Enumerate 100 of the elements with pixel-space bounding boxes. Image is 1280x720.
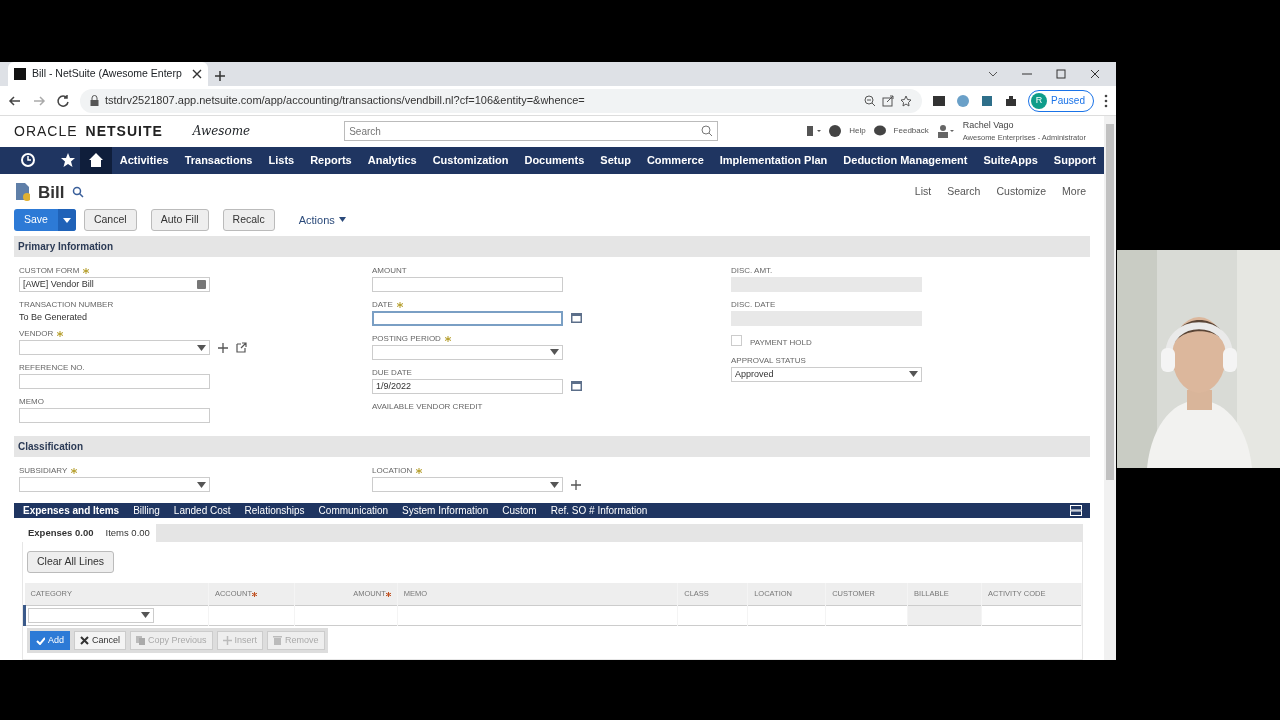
field-label: AMOUNT — [372, 264, 407, 277]
input-field[interactable] — [372, 310, 563, 326]
chevron-down-icon[interactable] — [988, 69, 998, 79]
action-button[interactable]: Auto Fill — [150, 209, 209, 231]
clear-lines-button[interactable]: Clear All Lines — [27, 551, 115, 573]
dropdown-field[interactable] — [372, 344, 563, 360]
field-label: PAYMENT HOLD — [750, 336, 812, 349]
sublist-tab[interactable]: Items 0.00 — [99, 526, 156, 541]
dropdown-field[interactable] — [372, 477, 563, 493]
subtab[interactable]: Ref. SO # Information — [543, 503, 655, 519]
input-field[interactable]: 1/9/2022 — [372, 378, 563, 394]
browser-tab[interactable]: Bill - NetSuite (Awesome Enterp — [8, 62, 208, 86]
add-icon[interactable] — [218, 342, 228, 353]
add-icon[interactable] — [571, 479, 581, 490]
subtab[interactable]: System Information — [395, 503, 496, 519]
save-button[interactable]: Save — [14, 209, 76, 231]
close-icon[interactable] — [192, 69, 202, 79]
action-button[interactable]: Cancel — [83, 209, 137, 231]
back-icon[interactable] — [8, 93, 22, 108]
copy-icon — [136, 635, 146, 645]
dropdown-field[interactable]: [AWE] Vendor Bill — [19, 276, 210, 292]
nav-menu-item[interactable]: Setup — [592, 151, 639, 169]
puzzle-icon[interactable] — [1004, 93, 1019, 108]
search-icon[interactable] — [701, 125, 714, 138]
row-action-button: Remove — [267, 630, 325, 650]
search-icon[interactable] — [72, 186, 85, 199]
open-link-icon[interactable] — [236, 342, 247, 354]
calendar-icon[interactable] — [571, 381, 582, 392]
nav-menu-item[interactable]: Lists — [260, 151, 303, 169]
close-icon — [80, 635, 89, 645]
nav-menu-item[interactable]: SuiteApps — [975, 151, 1046, 169]
star-icon[interactable] — [60, 152, 76, 168]
row-action-button[interactable]: Cancel — [74, 630, 127, 650]
nav-menu-item[interactable]: Reports — [302, 151, 360, 169]
help-icon[interactable] — [829, 125, 842, 138]
header-link[interactable]: Customize — [996, 184, 1047, 201]
share-icon[interactable] — [882, 94, 895, 107]
profile-status: Paused — [1051, 94, 1085, 108]
roles-icon[interactable] — [936, 124, 955, 139]
help-link[interactable]: Help — [849, 125, 866, 138]
nav-menu-item[interactable]: Deduction Management — [835, 151, 976, 169]
bookmark-star-icon[interactable] — [900, 94, 913, 107]
subtab[interactable]: Billing — [126, 503, 167, 519]
caret-icon — [197, 481, 206, 488]
row-action-button[interactable]: Add — [30, 630, 70, 650]
home-icon — [87, 152, 104, 168]
close-icon[interactable] — [1090, 69, 1100, 79]
field-label: MEMO — [19, 396, 44, 409]
feedback-link[interactable]: Feedback — [893, 125, 929, 138]
layout-icon — [1070, 505, 1082, 517]
nav-menu-item[interactable]: Transactions — [176, 151, 261, 169]
extension-icon[interactable] — [980, 93, 995, 108]
nav-menu-item[interactable]: Support — [1045, 151, 1104, 169]
subtab[interactable]: Landed Cost — [166, 503, 238, 519]
reload-icon[interactable] — [56, 93, 70, 108]
nav-menu-item[interactable]: Implementation Plan — [711, 151, 836, 169]
dropdown-field[interactable] — [19, 477, 210, 493]
input-field[interactable] — [372, 276, 563, 292]
more-menu-icon[interactable] — [1104, 93, 1108, 108]
user-name: Rachel Vago — [962, 118, 1015, 132]
zoom-icon[interactable] — [864, 94, 877, 107]
header-link[interactable]: Search — [947, 184, 981, 201]
nav-menu-item[interactable]: Documents — [516, 151, 593, 169]
header-link[interactable]: More — [1062, 184, 1086, 201]
caret-icon — [141, 612, 150, 618]
caret-icon — [550, 481, 559, 488]
subtab[interactable]: Expenses and Items — [16, 503, 127, 519]
recent-icon[interactable] — [20, 152, 36, 168]
action-button[interactable]: Recalc — [222, 209, 275, 231]
caret-icon[interactable] — [62, 216, 71, 225]
calendar-icon[interactable] — [571, 313, 582, 324]
scrollbar[interactable] — [1104, 116, 1116, 660]
tab-title: Bill - NetSuite (Awesome Enterp — [32, 66, 183, 82]
dropdown-field[interactable] — [28, 607, 154, 623]
subtab[interactable]: Communication — [311, 503, 396, 519]
maximize-icon[interactable] — [1056, 69, 1066, 79]
input-field[interactable] — [19, 374, 210, 390]
header-link[interactable]: List — [914, 184, 932, 201]
nav-menu-item[interactable]: Customization — [424, 151, 517, 169]
nav-menu-item[interactable]: Commerce — [638, 151, 712, 169]
actions-menu[interactable]: Actions — [298, 211, 346, 229]
checkbox[interactable] — [731, 335, 742, 347]
home-button[interactable] — [80, 146, 112, 174]
field-label: REFERENCE NO. — [19, 362, 85, 375]
sublist-tab[interactable]: Expenses 0.00 — [22, 526, 100, 541]
layout-toggle-button[interactable] — [1070, 505, 1082, 517]
nav-menu-item[interactable]: Activities — [111, 151, 177, 169]
dropdown-field[interactable] — [19, 340, 210, 356]
create-new-icon[interactable] — [805, 124, 822, 139]
nav-menu-item[interactable]: Analytics — [359, 151, 425, 169]
subtab[interactable]: Relationships — [237, 503, 312, 519]
extension-icon[interactable] — [932, 93, 947, 108]
field-label: DISC. DATE — [731, 298, 776, 311]
profile-avatar: R — [1031, 92, 1048, 109]
subtab[interactable]: Custom — [495, 503, 544, 519]
dropdown-field[interactable]: Approved — [731, 366, 922, 382]
chat-icon[interactable] — [873, 125, 886, 138]
field-label: APPROVAL STATUS — [731, 354, 806, 367]
input-field[interactable] — [19, 408, 210, 424]
search-field[interactable]: Search — [344, 121, 719, 142]
